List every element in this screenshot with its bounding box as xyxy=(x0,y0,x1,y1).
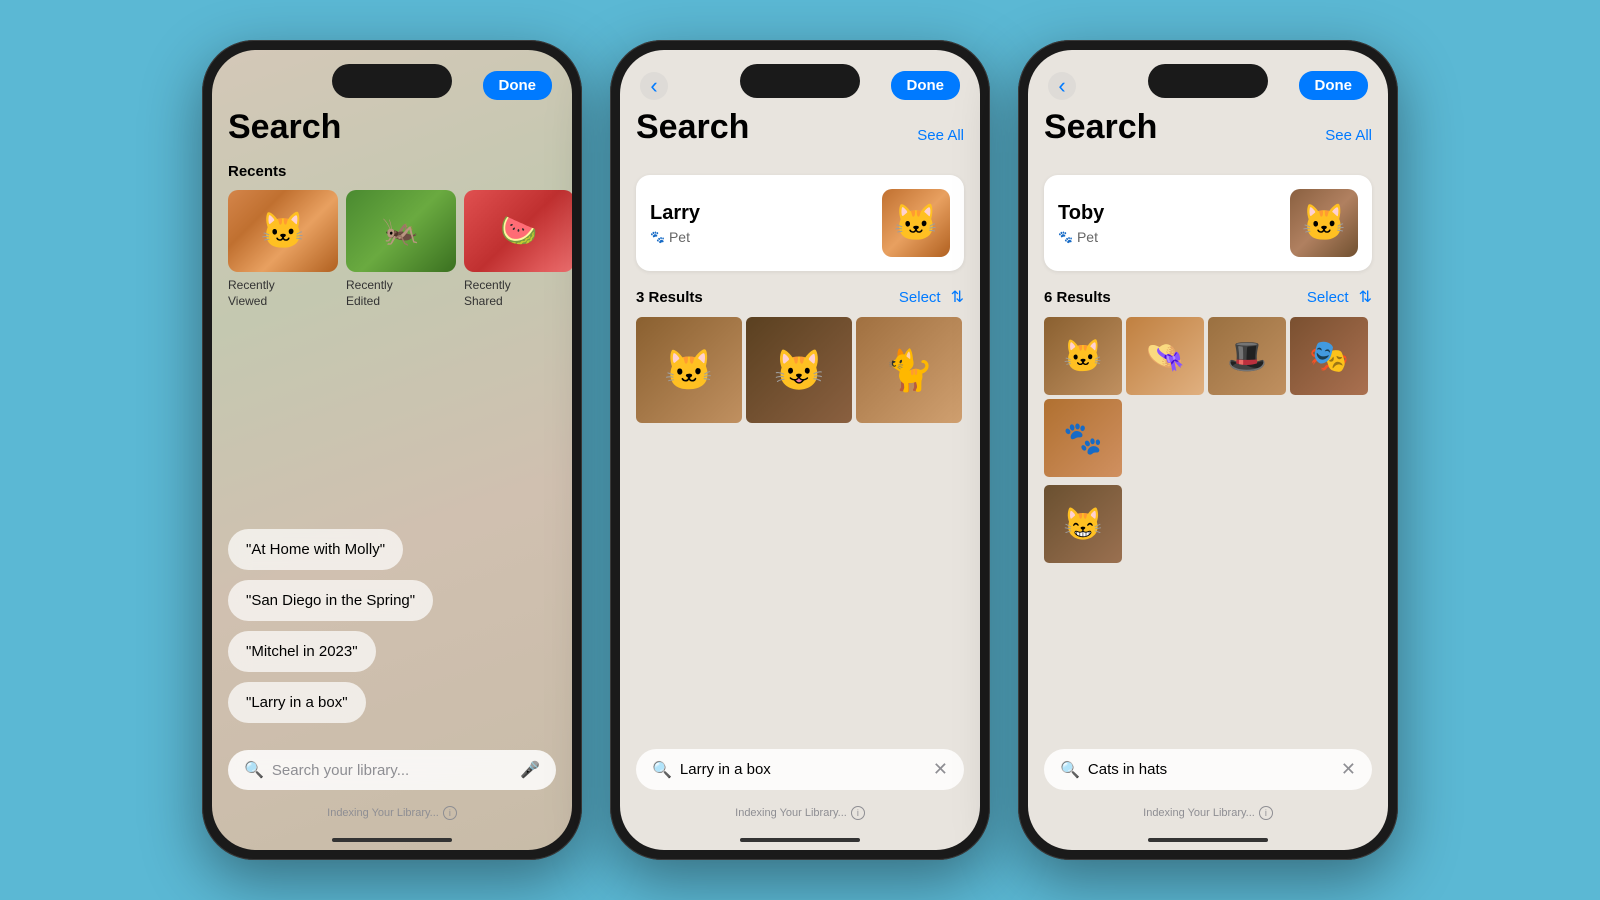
recent-item-viewed[interactable]: RecentlyViewed xyxy=(228,190,338,309)
select-button-2[interactable]: Select xyxy=(899,289,941,306)
done-button-3[interactable]: Done xyxy=(1299,71,1369,100)
clear-icon-3[interactable]: ✕ xyxy=(1341,759,1356,780)
dynamic-island-1 xyxy=(332,64,452,98)
person-photo-larry: 🐱 xyxy=(882,189,950,257)
person-info-toby: Toby 🐾 Pet xyxy=(1058,202,1104,245)
search-bar-2[interactable]: 🔍 Larry in a box ✕ xyxy=(636,749,964,790)
info-icon-1[interactable]: i xyxy=(443,806,457,820)
search-title-1: Search xyxy=(228,108,556,147)
search-title-3: Search xyxy=(1044,108,1157,147)
results-header-2: 3 Results Select ⇅ xyxy=(636,287,964,307)
phone-3: ‹ Done Search See All Toby 🐾 Pet 🐱 xyxy=(1018,40,1398,860)
suggestion-2[interactable]: "San Diego in the Spring" xyxy=(228,580,433,621)
phone-1-screen: Done Search Recents RecentlyViewed Recen… xyxy=(212,50,572,850)
recent-item-edited[interactable]: RecentlyEdited xyxy=(346,190,456,309)
photo-cell-2-1[interactable]: 🐱 xyxy=(636,317,742,423)
recent-label-viewed: RecentlyViewed xyxy=(228,278,338,309)
person-card-larry[interactable]: Larry 🐾 Pet 🐱 xyxy=(636,175,964,271)
home-indicator-3 xyxy=(1148,838,1268,842)
suggestion-4[interactable]: "Larry in a box" xyxy=(228,682,366,723)
phone-1: Done Search Recents RecentlyViewed Recen… xyxy=(202,40,582,860)
results-actions-2: Select ⇅ xyxy=(899,287,964,307)
results-actions-3: Select ⇅ xyxy=(1307,287,1372,307)
info-icon-2[interactable]: i xyxy=(851,806,865,820)
person-name-toby: Toby xyxy=(1058,202,1104,225)
search-bar-3[interactable]: 🔍 Cats in hats ✕ xyxy=(1044,749,1372,790)
recent-thumb-edited xyxy=(346,190,456,272)
photo-cell-3-4[interactable]: 🎭 xyxy=(1290,317,1368,395)
search-value-2: Larry in a box xyxy=(680,761,925,778)
person-type-toby: 🐾 Pet xyxy=(1058,229,1104,245)
recent-thumb-viewed xyxy=(228,190,338,272)
recent-label-edited: RecentlyEdited xyxy=(346,278,456,309)
photo-cell-2-3[interactable]: 🐈 xyxy=(856,317,962,423)
recents-label: Recents xyxy=(228,163,556,180)
person-photo-toby: 🐱 xyxy=(1290,189,1358,257)
phone-3-screen: ‹ Done Search See All Toby 🐾 Pet 🐱 xyxy=(1028,50,1388,850)
photo-grid-3: 🐱 👒 🎩 🎭 🐾 😸 xyxy=(1044,317,1372,565)
dynamic-island-2 xyxy=(740,64,860,98)
person-info-larry: Larry 🐾 Pet xyxy=(650,202,700,245)
person-name-larry: Larry xyxy=(650,202,700,225)
search-icon-2: 🔍 xyxy=(652,760,672,780)
photo-cell-2-2[interactable]: 😺 xyxy=(746,317,852,423)
home-indicator-2 xyxy=(740,838,860,842)
search-title-2: Search xyxy=(636,108,749,147)
person-type-larry: 🐾 Pet xyxy=(650,229,700,245)
screen-content-1: Search Recents RecentlyViewed RecentlyEd… xyxy=(212,108,572,850)
select-button-3[interactable]: Select xyxy=(1307,289,1349,306)
results-count-3: 6 Results xyxy=(1044,289,1111,306)
search-placeholder-1: Search your library... xyxy=(272,762,512,779)
sort-icon-2[interactable]: ⇅ xyxy=(951,287,964,307)
done-button-1[interactable]: Done xyxy=(483,71,553,100)
indexing-bar-1: Indexing Your Library... i xyxy=(212,806,572,820)
search-icon-3: 🔍 xyxy=(1060,760,1080,780)
search-bar-1[interactable]: 🔍 Search your library... 🎤 xyxy=(228,750,556,790)
phone-2-screen: ‹ Done Search See All Larry 🐾 Pet 🐱 xyxy=(620,50,980,850)
see-all-button-2[interactable]: See All xyxy=(917,127,964,144)
photo-cell-3-5[interactable]: 🐾 xyxy=(1044,399,1122,477)
back-button-2[interactable]: ‹ xyxy=(640,72,668,100)
photo-cell-3-3[interactable]: 🎩 xyxy=(1208,317,1286,395)
photo-cell-3-2[interactable]: 👒 xyxy=(1126,317,1204,395)
recent-item-shared[interactable]: RecentlyShared xyxy=(464,190,572,309)
person-thumb-toby: 🐱 xyxy=(1290,189,1358,257)
paw-icon-larry: 🐾 xyxy=(650,230,665,244)
done-button-2[interactable]: Done xyxy=(891,71,961,100)
paw-icon-toby: 🐾 xyxy=(1058,230,1073,244)
screen-content-2: Search See All Larry 🐾 Pet 🐱 3 Results xyxy=(620,108,980,850)
photo-cell-3-1[interactable]: 🐱 xyxy=(1044,317,1122,395)
results-header-3: 6 Results Select ⇅ xyxy=(1044,287,1372,307)
photo-grid-2: 🐱 😺 🐈 xyxy=(636,317,964,423)
photo-cell-3-6[interactable]: 😸 xyxy=(1044,485,1122,563)
dynamic-island-3 xyxy=(1148,64,1268,98)
person-card-toby[interactable]: Toby 🐾 Pet 🐱 xyxy=(1044,175,1372,271)
recent-thumb-shared xyxy=(464,190,572,272)
person-thumb-larry: 🐱 xyxy=(882,189,950,257)
indexing-bar-3: Indexing Your Library... i xyxy=(1028,806,1388,820)
search-icon-1: 🔍 xyxy=(244,760,264,780)
info-icon-3[interactable]: i xyxy=(1259,806,1273,820)
suggestions-list: "At Home with Molly" "San Diego in the S… xyxy=(228,529,556,723)
see-all-button-3[interactable]: See All xyxy=(1325,127,1372,144)
home-indicator-1 xyxy=(332,838,452,842)
search-value-3: Cats in hats xyxy=(1088,761,1333,778)
mic-icon-1[interactable]: 🎤 xyxy=(520,760,540,780)
recents-grid: RecentlyViewed RecentlyEdited RecentlySh… xyxy=(228,190,556,309)
indexing-bar-2: Indexing Your Library... i xyxy=(620,806,980,820)
phone-2: ‹ Done Search See All Larry 🐾 Pet 🐱 xyxy=(610,40,990,860)
suggestion-1[interactable]: "At Home with Molly" xyxy=(228,529,403,570)
recent-label-shared: RecentlyShared xyxy=(464,278,572,309)
clear-icon-2[interactable]: ✕ xyxy=(933,759,948,780)
back-button-3[interactable]: ‹ xyxy=(1048,72,1076,100)
results-count-2: 3 Results xyxy=(636,289,703,306)
suggestion-3[interactable]: "Mitchel in 2023" xyxy=(228,631,376,672)
screen-content-3: Search See All Toby 🐾 Pet 🐱 6 Results xyxy=(1028,108,1388,850)
sort-icon-3[interactable]: ⇅ xyxy=(1359,287,1372,307)
